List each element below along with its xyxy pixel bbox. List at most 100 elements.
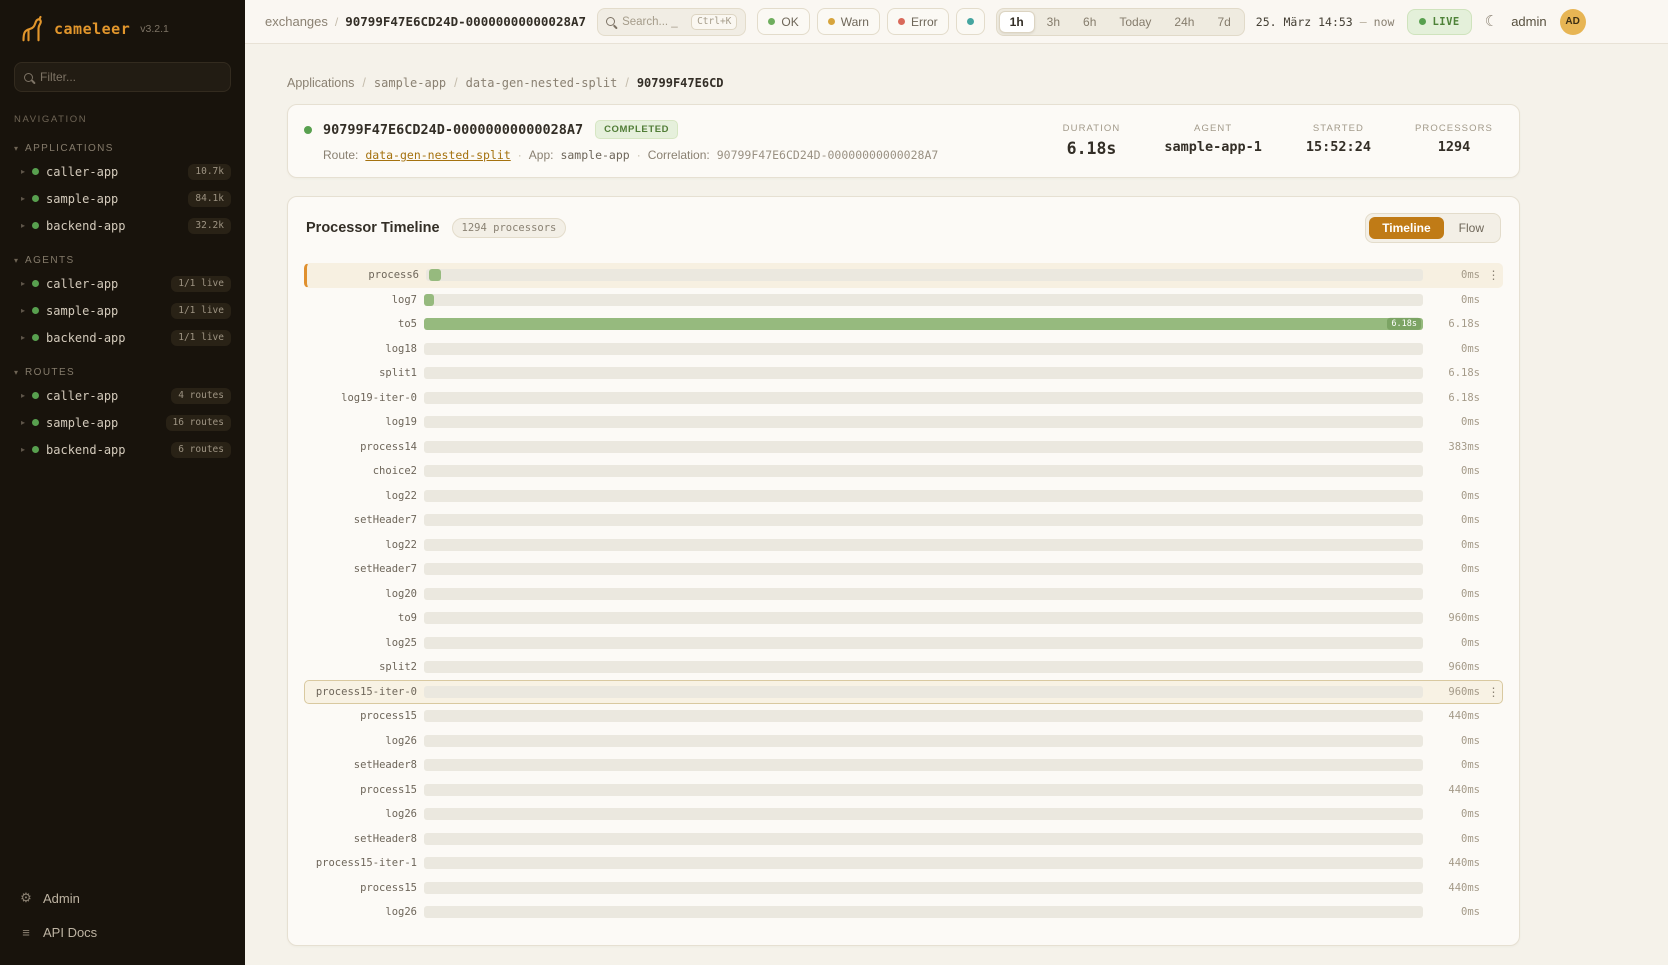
sidebar-group-agents[interactable]: ▾AGENTS [0, 251, 245, 270]
time-range-3h[interactable]: 3h [1036, 11, 1071, 33]
timeline-row[interactable]: process60ms⋮ [304, 263, 1503, 288]
status-dot-icon [967, 18, 974, 25]
timeline-row[interactable]: split16.18s⋮ [304, 361, 1503, 386]
sidebar-group-routes[interactable]: ▾ROUTES [0, 363, 245, 382]
timeline-row[interactable]: log220ms⋮ [304, 484, 1503, 509]
breadcrumb-segment[interactable]: sample-app [374, 76, 446, 90]
search-input[interactable] [622, 16, 684, 28]
view-toggle-timeline[interactable]: Timeline [1369, 217, 1443, 239]
timeline-row[interactable]: log19-iter-06.18s⋮ [304, 386, 1503, 411]
breadcrumb-separator: / [625, 76, 628, 90]
sidebar-footer-api-docs[interactable]: ≡API Docs [14, 917, 231, 947]
sidebar-item-caller-app[interactable]: ▸caller-app4 routes [0, 382, 245, 409]
row-menu-icon[interactable]: ⋮ [1487, 685, 1500, 699]
sidebar-filter-input[interactable] [40, 70, 221, 84]
row-menu-icon[interactable]: ⋮ [1487, 268, 1500, 282]
breadcrumb-segment[interactable]: data-gen-nested-split [466, 76, 618, 90]
view-toggle-flow[interactable]: Flow [1446, 217, 1497, 239]
sidebar-item-backend-app[interactable]: ▸backend-app32.2k [0, 212, 245, 239]
sidebar-group-applications[interactable]: ▾APPLICATIONS [0, 139, 245, 158]
sidebar-item-backend-app[interactable]: ▸backend-app6 routes [0, 436, 245, 463]
timeline-row[interactable]: log190ms⋮ [304, 410, 1503, 435]
timeline-row[interactable]: to56.18s6.18s⋮ [304, 312, 1503, 337]
time-range-6h[interactable]: 6h [1072, 11, 1107, 33]
breadcrumb-exchanges[interactable]: exchanges [265, 14, 328, 29]
timeline-row[interactable]: split2960ms⋮ [304, 655, 1503, 680]
filter-chip-ok[interactable]: OK [757, 8, 809, 35]
sidebar-item-backend-app[interactable]: ▸backend-app1/1 live [0, 324, 245, 351]
sidebar-item-badge: 16 routes [166, 415, 231, 431]
dark-mode-toggle-moon-icon[interactable]: ☾ [1485, 14, 1498, 29]
timeline-row[interactable]: choice20ms⋮ [304, 459, 1503, 484]
sidebar-item-label: caller-app [46, 389, 118, 403]
sidebar-item-caller-app[interactable]: ▸caller-app1/1 live [0, 270, 245, 297]
row-duration: 0ms [1430, 294, 1480, 306]
sidebar-footer-admin[interactable]: ⚙Admin [14, 883, 231, 913]
filter-chip-error[interactable]: Error [887, 8, 949, 35]
sidebar-item-sample-app[interactable]: ▸sample-app16 routes [0, 409, 245, 436]
timeline-row[interactable]: setHeader70ms⋮ [304, 557, 1503, 582]
stat-started: STARTED15:52:24 [1306, 123, 1371, 158]
timeline-row[interactable]: log260ms⋮ [304, 729, 1503, 754]
sidebar-group: ▾AGENTS▸caller-app1/1 live▸sample-app1/1… [0, 251, 245, 351]
user-menu[interactable]: admin [1511, 14, 1546, 29]
route-link[interactable]: data-gen-nested-split [365, 148, 510, 162]
timeline-row[interactable]: process14383ms⋮ [304, 435, 1503, 460]
bar-duration-label: 6.18s [1387, 318, 1421, 330]
row-duration: 440ms [1430, 710, 1480, 722]
chevron-right-icon: ▸ [21, 306, 25, 315]
breadcrumb-segment[interactable]: Applications [287, 76, 354, 90]
time-range-1h[interactable]: 1h [999, 11, 1035, 33]
timeline-row[interactable]: log250ms⋮ [304, 631, 1503, 656]
processor-name: log26 [305, 906, 417, 918]
sidebar-item-badge: 1/1 live [171, 303, 231, 319]
timeline-row[interactable]: log260ms⋮ [304, 900, 1503, 925]
timeline-row[interactable]: process15-iter-0960ms⋮ [304, 680, 1503, 705]
timeline-track [424, 416, 1423, 428]
timeline-row[interactable]: process15440ms⋮ [304, 876, 1503, 901]
time-range-24h[interactable]: 24h [1163, 11, 1205, 33]
timeline-track [424, 294, 1423, 306]
timeline-row[interactable]: to9960ms⋮ [304, 606, 1503, 631]
breadcrumb-segment: 90799F47E6CD [637, 76, 724, 90]
timeline-track [424, 514, 1423, 526]
app-logo[interactable]: cameleer v3.2.1 [0, 0, 245, 54]
date-range[interactable]: 25. März 14:53 — now [1256, 15, 1395, 29]
sidebar-item-caller-app[interactable]: ▸caller-app10.7k [0, 158, 245, 185]
sidebar-item-label: sample-app [46, 192, 118, 206]
timeline-row[interactable]: log180ms⋮ [304, 337, 1503, 362]
timeline-row[interactable]: log70ms⋮ [304, 288, 1503, 313]
filter-chip-dot[interactable] [956, 8, 985, 35]
global-search[interactable]: Ctrl+K [597, 8, 746, 36]
timeline-row[interactable]: log220ms⋮ [304, 533, 1503, 558]
sidebar-group-label: ROUTES [25, 367, 75, 378]
avatar[interactable]: AD [1560, 9, 1586, 35]
sidebar-item-sample-app[interactable]: ▸sample-app1/1 live [0, 297, 245, 324]
processor-name: process6 [307, 269, 419, 281]
breadcrumb-separator: / [362, 76, 365, 90]
sidebar-item-sample-app[interactable]: ▸sample-app84.1k [0, 185, 245, 212]
correlation-value: 90799F47E6CD24D-00000000000028A7 [717, 148, 939, 162]
time-range-7d[interactable]: 7d [1206, 11, 1241, 33]
exchange-summary-card: 90799F47E6CD24D-00000000000028A7 COMPLET… [287, 104, 1520, 178]
exchange-stats: DURATION6.18sAGENTsample-app-1STARTED15:… [1063, 120, 1493, 158]
processor-name: log19-iter-0 [305, 392, 417, 404]
date-range-dash: — [1360, 15, 1367, 29]
timeline-row[interactable]: setHeader80ms⋮ [304, 827, 1503, 852]
timeline-row[interactable]: process15440ms⋮ [304, 704, 1503, 729]
timeline-header: Processor Timeline 1294 processors Timel… [304, 211, 1503, 257]
filter-chip-warn[interactable]: Warn [817, 8, 880, 35]
timeline-track [424, 392, 1423, 404]
timeline-row[interactable]: process15-iter-1440ms⋮ [304, 851, 1503, 876]
sidebar-filter[interactable] [14, 62, 231, 92]
timeline-row[interactable]: setHeader70ms⋮ [304, 508, 1503, 533]
live-toggle[interactable]: LIVE [1407, 9, 1471, 35]
breadcrumb-exchange-id: 90799F47E6CD24D-00000000000028A7 [345, 14, 586, 29]
timeline-row[interactable]: log200ms⋮ [304, 582, 1503, 607]
sidebar-item-label: backend-app [46, 443, 125, 457]
timeline-row[interactable]: process15440ms⋮ [304, 778, 1503, 803]
timeline-row[interactable]: log260ms⋮ [304, 802, 1503, 827]
main-content: Applications / sample-app / data-gen-nested-… [245, 44, 1668, 965]
timeline-row[interactable]: setHeader80ms⋮ [304, 753, 1503, 778]
time-range-today[interactable]: Today [1108, 11, 1162, 33]
